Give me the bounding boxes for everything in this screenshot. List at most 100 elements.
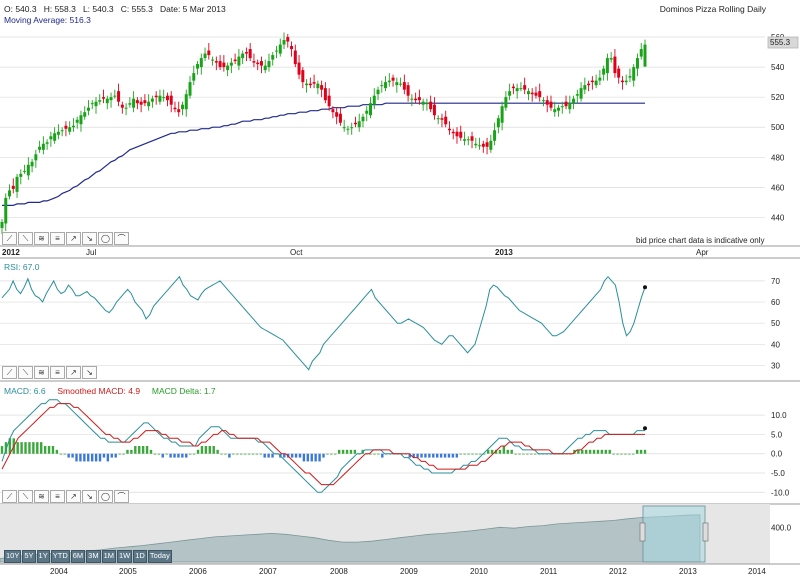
navigator-right-handle[interactable] bbox=[702, 522, 709, 542]
candle-body bbox=[335, 112, 339, 117]
navigator-year-label: 2008 bbox=[330, 567, 348, 576]
macd-delta-bar bbox=[67, 453, 70, 458]
macd-delta-bar bbox=[55, 449, 59, 454]
arrow-up-right-icon[interactable]: ↗ bbox=[66, 232, 81, 245]
macd-delta-bar bbox=[90, 453, 94, 462]
macd-delta-bar bbox=[455, 453, 459, 458]
macd-delta-bar bbox=[526, 453, 529, 455]
ellipse-icon[interactable]: ◯ bbox=[98, 232, 113, 245]
candle-body bbox=[534, 92, 538, 96]
rsi-grid bbox=[0, 280, 765, 366]
macd-delta-bar bbox=[432, 453, 435, 458]
candle-body bbox=[45, 142, 49, 144]
macd-delta-bar bbox=[188, 453, 192, 455]
candle-body bbox=[410, 98, 414, 100]
navigator-window[interactable] bbox=[642, 505, 706, 563]
macd-delta-bar bbox=[600, 449, 604, 454]
macd-delta-bar bbox=[628, 453, 631, 455]
ellipse-icon[interactable]: ◯ bbox=[98, 490, 113, 503]
navigator-year-label: 2014 bbox=[748, 567, 766, 576]
navigator-left-handle[interactable] bbox=[639, 522, 646, 542]
candle-body bbox=[158, 95, 162, 102]
candle-body bbox=[34, 154, 38, 161]
range-button-6m[interactable]: 6M bbox=[70, 550, 86, 563]
macd-delta-bar bbox=[263, 453, 266, 458]
candle-body bbox=[391, 77, 395, 81]
line-tool-icon[interactable]: ⟋ bbox=[2, 366, 17, 379]
range-button-1w[interactable]: 1W bbox=[117, 550, 133, 563]
candle-body bbox=[180, 104, 184, 110]
trend-down-icon[interactable]: ⟍ bbox=[18, 366, 33, 379]
range-button-1y[interactable]: 1Y bbox=[36, 550, 50, 563]
arrow-down-right-icon[interactable]: ↘ bbox=[82, 232, 97, 245]
candle-body bbox=[8, 190, 12, 197]
candle-body bbox=[98, 100, 102, 102]
range-button-5y[interactable]: 5Y bbox=[22, 550, 36, 563]
macd-delta-bar bbox=[267, 453, 270, 458]
macd-delta-bar bbox=[145, 446, 149, 454]
macd-delta-bar bbox=[212, 446, 215, 454]
macd-delta-bar bbox=[271, 453, 274, 458]
navigator-year-label: 2007 bbox=[259, 567, 277, 576]
fibonacci-icon[interactable]: ≡ bbox=[50, 366, 65, 379]
macd-delta-bar bbox=[75, 453, 78, 462]
range-button-ytd[interactable]: YTD bbox=[50, 550, 70, 563]
arrow-up-right-icon[interactable]: ↗ bbox=[66, 366, 81, 379]
candle-body bbox=[575, 94, 579, 96]
macd-delta-bar bbox=[106, 453, 110, 462]
candle-body bbox=[241, 53, 245, 59]
candle-body bbox=[463, 139, 467, 141]
arrow-down-right-icon[interactable]: ↘ bbox=[82, 366, 97, 379]
macd-delta-bar bbox=[228, 453, 231, 458]
arrow-up-right-icon[interactable]: ↗ bbox=[66, 490, 81, 503]
range-button-1d[interactable]: 1D bbox=[133, 550, 147, 563]
candle-body bbox=[572, 98, 576, 104]
navigator-ticks: 400.0 bbox=[771, 523, 792, 532]
candle-body bbox=[541, 100, 545, 102]
range-button-1m[interactable]: 1M bbox=[101, 550, 116, 563]
candle-body bbox=[301, 70, 305, 83]
macd-delta-bar bbox=[518, 453, 521, 455]
range-button-10y[interactable]: 10Y bbox=[4, 550, 22, 563]
price-tick-label: 440 bbox=[771, 213, 785, 222]
line-tool-icon[interactable]: ⟋ bbox=[2, 490, 17, 503]
range-button-today[interactable]: Today bbox=[147, 550, 172, 563]
arc-icon[interactable]: ⌒ bbox=[114, 232, 129, 245]
macd-delta-bar bbox=[110, 453, 113, 458]
trend-down-icon[interactable]: ⟍ bbox=[18, 232, 33, 245]
macd-tick-label: -5.0 bbox=[771, 469, 785, 478]
candle-body bbox=[102, 97, 106, 99]
trend-waves-icon[interactable]: ≋ bbox=[34, 490, 49, 503]
arrow-down-right-icon[interactable]: ↘ bbox=[82, 490, 97, 503]
trend-waves-icon[interactable]: ≋ bbox=[34, 232, 49, 245]
trend-down-icon[interactable]: ⟍ bbox=[18, 490, 33, 503]
high-value: H: 558.3 bbox=[43, 4, 76, 14]
fibonacci-icon[interactable]: ≡ bbox=[50, 232, 65, 245]
macd-delta-bar bbox=[514, 453, 517, 455]
macd-delta-bar bbox=[216, 449, 219, 454]
candle-body bbox=[4, 197, 8, 224]
range-button-3m[interactable]: 3M bbox=[86, 550, 101, 563]
macd-delta-bar bbox=[416, 453, 419, 458]
candle-body bbox=[485, 142, 489, 147]
candle-body bbox=[244, 52, 248, 54]
candle-body bbox=[53, 133, 57, 141]
trend-waves-icon[interactable]: ≋ bbox=[34, 366, 49, 379]
macd-delta-bar bbox=[502, 446, 506, 454]
macd-tick-label: -10.0 bbox=[771, 488, 790, 497]
candle-body bbox=[361, 116, 365, 122]
candle-body bbox=[605, 58, 609, 74]
candle-body bbox=[338, 113, 342, 123]
arc-icon[interactable]: ⌒ bbox=[114, 490, 129, 503]
macd-delta-bar bbox=[428, 453, 431, 458]
line-tool-icon[interactable]: ⟋ bbox=[2, 232, 17, 245]
candle-body bbox=[252, 61, 256, 63]
candle-body bbox=[79, 115, 83, 125]
candle-body bbox=[75, 119, 79, 123]
macd-delta-bar bbox=[310, 453, 313, 462]
candle-body bbox=[594, 80, 598, 86]
macd-delta-bar bbox=[345, 449, 349, 454]
macd-delta-bar bbox=[463, 453, 466, 455]
fibonacci-icon[interactable]: ≡ bbox=[50, 490, 65, 503]
macd-delta-bar bbox=[130, 449, 133, 454]
